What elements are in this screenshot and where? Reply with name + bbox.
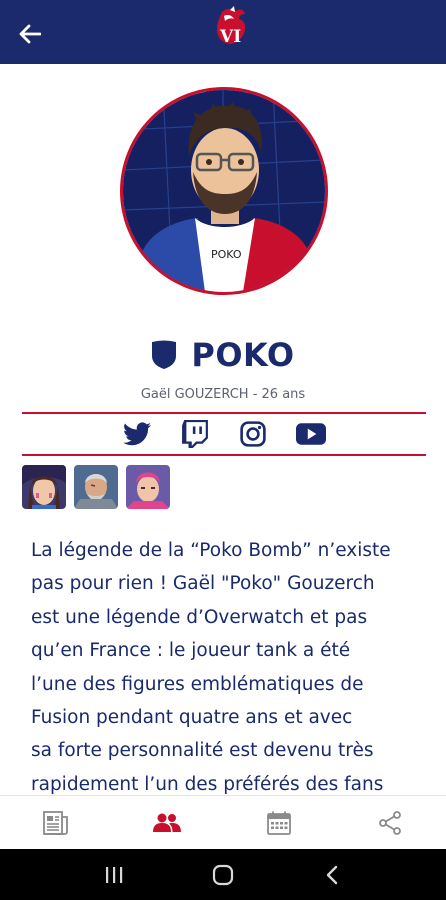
system-back-button[interactable] <box>312 855 352 895</box>
youtube-icon <box>296 423 326 445</box>
bio-line: Fusion pendant quatre ans et avec <box>31 707 353 729</box>
hero-portrait-reinhardt[interactable] <box>74 465 118 509</box>
heroes-list <box>22 465 170 509</box>
instagram-icon <box>240 421 266 447</box>
chevron-left-icon <box>326 865 337 884</box>
player-title-row: POKO <box>0 334 446 376</box>
app-logo[interactable]: VI <box>208 6 254 56</box>
svg-text:VI: VI <box>219 27 241 47</box>
hero-portrait-zarya[interactable] <box>126 465 170 509</box>
system-navigation-bar <box>0 849 446 900</box>
share-icon <box>379 810 402 835</box>
home-icon <box>212 864 234 885</box>
recent-apps-button[interactable] <box>94 855 134 895</box>
nav-team[interactable] <box>112 796 224 849</box>
twitter-icon <box>123 422 151 446</box>
back-button[interactable] <box>14 18 46 50</box>
news-icon <box>42 810 68 835</box>
bio-line: rapidement l’un des préférés des fans <box>31 773 384 795</box>
bottom-navigation <box>0 795 446 849</box>
player-bio: La légende de la “Poko Bomb” n’existe pa… <box>31 534 403 796</box>
twitter-button[interactable] <box>122 419 152 449</box>
youtube-button[interactable] <box>296 419 326 449</box>
recent-apps-icon <box>106 866 123 883</box>
player-subtitle: Gaël GOUZERCH - 26 ans <box>140 387 306 402</box>
svg-text:POKO: POKO <box>211 248 242 261</box>
player-avatar: POKO <box>120 87 328 295</box>
hero-portrait-dva[interactable] <box>22 465 66 509</box>
bio-line: qu’en France : le joueur tank a été <box>31 640 351 662</box>
app-header: VI <box>0 0 446 64</box>
twitch-button[interactable] <box>180 419 210 449</box>
calendar-icon <box>266 811 291 835</box>
player-name: POKO <box>191 336 295 374</box>
bio-line: pas pour rien ! Gaël "Poko" Gouzerch <box>31 573 375 595</box>
team-icon <box>153 813 182 832</box>
arrow-left-icon <box>19 24 41 44</box>
nav-news[interactable] <box>0 796 112 849</box>
instagram-button[interactable] <box>238 419 268 449</box>
nav-share[interactable] <box>335 796 446 849</box>
bio-line: l’une des figures emblématiques de <box>31 673 364 695</box>
home-button[interactable] <box>203 855 243 895</box>
twitch-icon <box>182 420 208 448</box>
nav-calendar[interactable] <box>223 796 335 849</box>
rooster-logo-icon: VI <box>217 6 246 47</box>
shield-icon <box>152 340 177 369</box>
social-links-bar <box>22 412 426 456</box>
bio-line: La légende de la “Poko Bomb” n’existe <box>31 540 391 561</box>
bio-line: sa forte personnalité est devenu très <box>31 740 374 762</box>
bio-line: est une légende d’Overwatch et pas <box>31 606 368 628</box>
